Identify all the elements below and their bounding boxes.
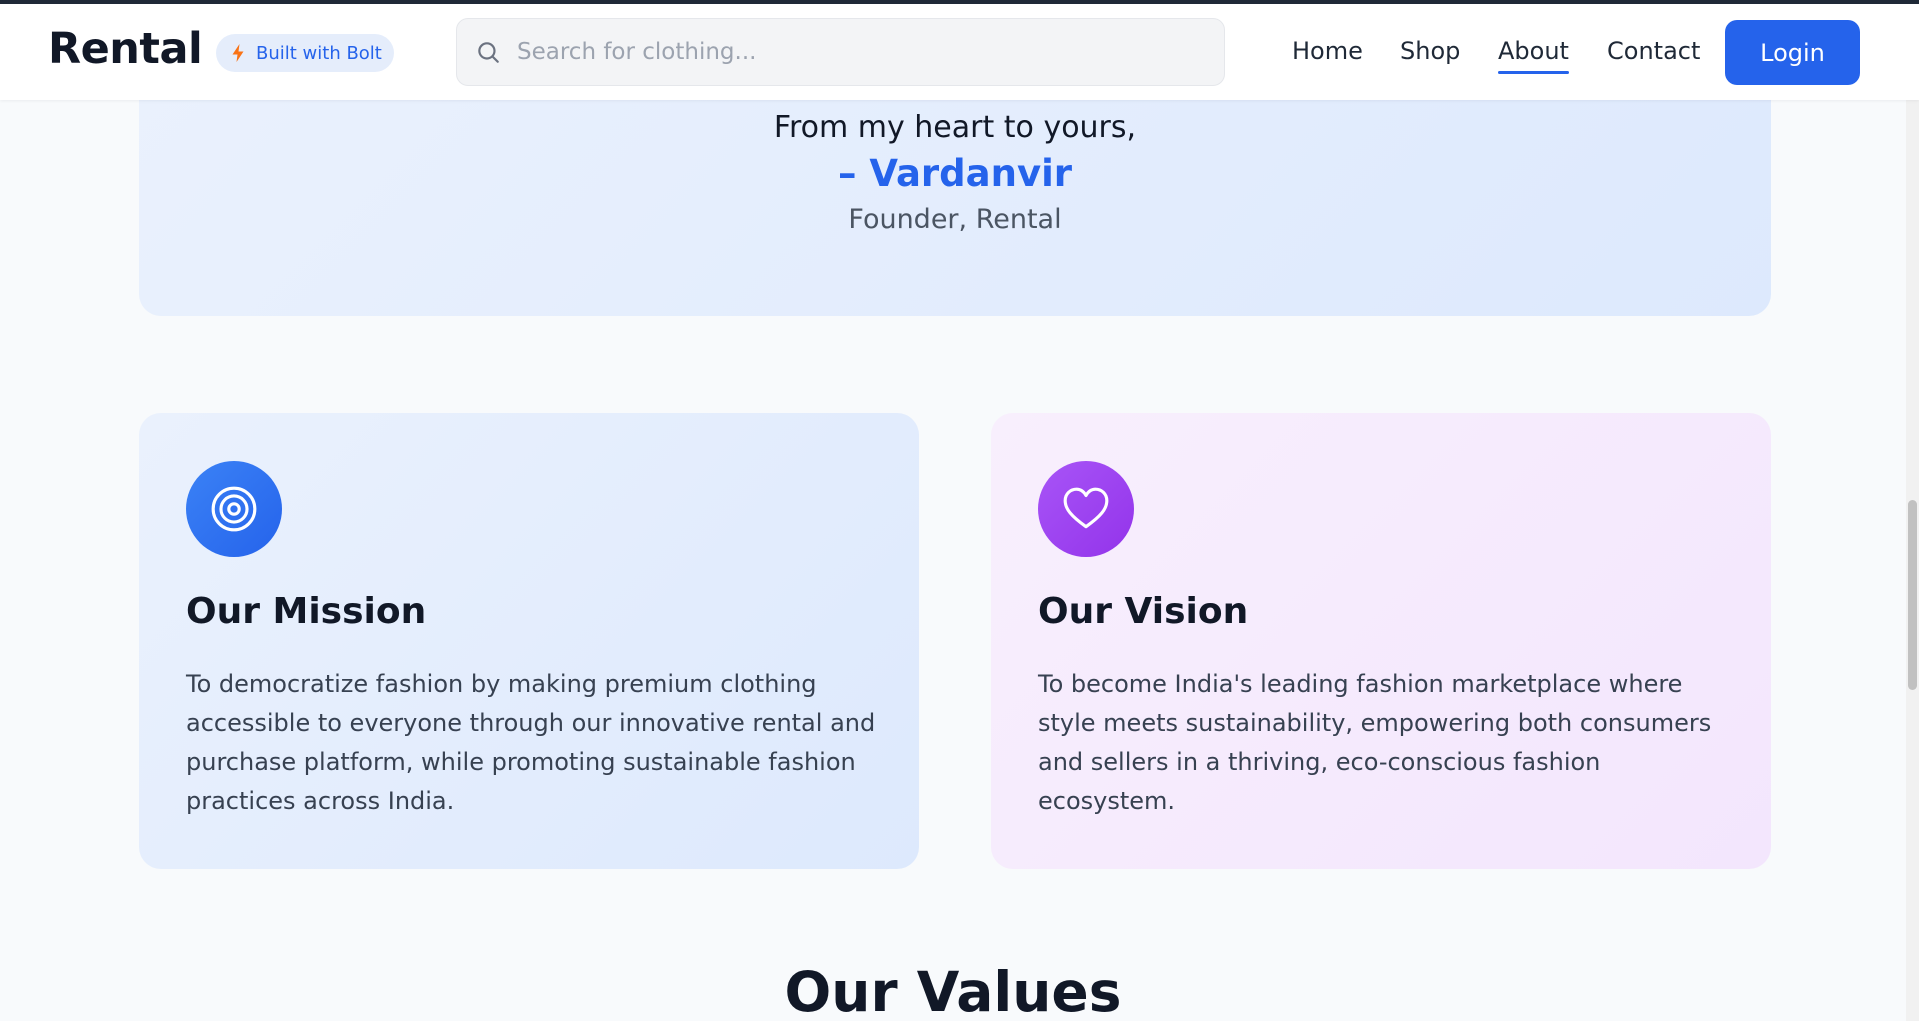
values-heading: Our Values <box>784 960 1122 1021</box>
brand-logo[interactable]: Rental <box>48 24 203 74</box>
vision-title: Our Vision <box>1038 591 1249 632</box>
nav-about[interactable]: About <box>1498 37 1569 74</box>
nav-contact[interactable]: Contact <box>1607 37 1700 65</box>
nav-home[interactable]: Home <box>1292 37 1363 65</box>
nav-shop[interactable]: Shop <box>1400 37 1460 65</box>
site-header: Rental Built with Bolt Home Shop About C… <box>0 4 1919 100</box>
mission-body: To democratize fashion by making premium… <box>186 670 876 815</box>
badge-label: Built with Bolt <box>256 42 382 64</box>
founder-signature: – Vardanvir <box>837 152 1073 195</box>
login-button[interactable]: Login <box>1725 20 1860 85</box>
target-icon <box>211 486 257 532</box>
bolt-icon <box>232 44 244 62</box>
mission-card: Our Mission To democratize fashion by ma… <box>139 413 919 869</box>
search-icon <box>478 42 499 63</box>
window-top-border <box>0 0 1919 4</box>
search-bar <box>456 18 1225 86</box>
vision-body: To become India's leading fashion market… <box>1038 670 1712 815</box>
page-scrollbar-thumb[interactable] <box>1908 500 1917 690</box>
founder-closing-line: From my heart to yours, <box>773 110 1137 145</box>
mission-title: Our Mission <box>186 591 427 632</box>
vision-icon-badge <box>1038 461 1134 557</box>
built-with-bolt-badge[interactable]: Built with Bolt <box>216 34 394 72</box>
search-input[interactable] <box>517 27 1197 77</box>
vision-card: Our Vision To become India's leading fas… <box>991 413 1771 869</box>
heart-icon <box>1063 487 1109 529</box>
mission-icon-badge <box>186 461 282 557</box>
founder-role: Founder, Rental <box>848 204 1062 235</box>
